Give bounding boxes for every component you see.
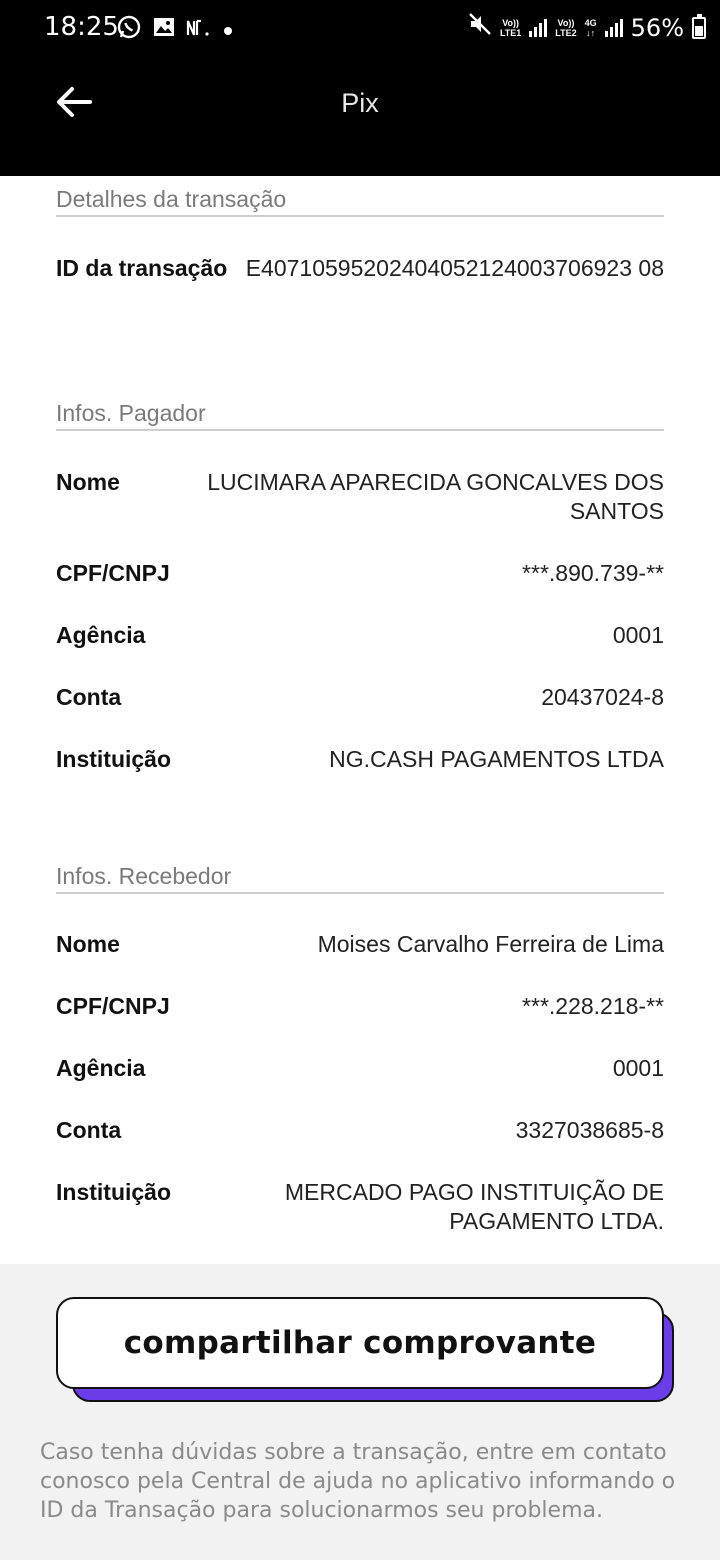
detail-value: NG.CASH PAGAMENTOS LTDA <box>329 746 664 772</box>
section-header-transaction: Detalhes da transação <box>56 186 664 217</box>
detail-value: LUCIMARA APARECIDA GONCALVES DOS SANTOS <box>207 469 664 524</box>
detail-label: Agência <box>56 1055 146 1081</box>
share-receipt-button[interactable]: compartilhar comprovante <box>56 1297 664 1389</box>
network-type: 4G ↓↑ <box>584 17 597 38</box>
section-header-receiver: Infos. Recebedor <box>56 863 664 894</box>
nfc-icon <box>186 17 212 44</box>
detail-row-receiver-institution: Instituição MERCADO PAGO INSTITUIÇÃO DE … <box>56 1178 664 1236</box>
detail-value: ***.228.218-** <box>522 993 664 1019</box>
status-right: Vo)) LTE1 Vo)) LTE2 4G ↓↑ 56% <box>468 12 706 43</box>
detail-label: Instituição <box>56 746 172 772</box>
app-bar: Pix <box>0 56 720 176</box>
detail-value: 3327038685-8 <box>515 1117 664 1143</box>
detail-row-payer-institution: Instituição NG.CASH PAGAMENTOS LTDA <box>56 745 664 774</box>
detail-row-payer-account: Conta 20437024-8 <box>56 683 664 712</box>
detail-label: Nome <box>56 469 120 495</box>
status-bar: 18:25 Vo)) LTE1 Vo)) LTE2 4G ↓↑ 56% <box>0 0 720 56</box>
section-header-payer: Infos. Pagador <box>56 400 664 431</box>
battery-percent: 56% <box>630 13 684 42</box>
signal-bars-sim2-icon <box>604 18 623 37</box>
detail-label: ID da transação <box>56 255 228 281</box>
detail-row-receiver-name: Nome Moises Carvalho Ferreira de Lima <box>56 930 664 959</box>
mute-icon <box>468 12 492 43</box>
transaction-id-value: E40710595202404052124003706923 08 <box>245 255 664 281</box>
detail-value: MERCADO PAGO INSTITUIÇÃO DE PAGAMENTO LT… <box>284 1179 664 1234</box>
sim1-network: Vo)) LTE1 <box>499 17 522 38</box>
footer: compartilhar comprovante Caso tenha dúvi… <box>0 1264 720 1560</box>
status-time: 18:25 <box>44 12 119 42</box>
page-title: Pix <box>341 88 379 118</box>
detail-row-payer-agency: Agência 0001 <box>56 621 664 650</box>
detail-row-transaction-id: ID da transação E40710595202404052124003… <box>56 254 664 283</box>
detail-label: CPF/CNPJ <box>56 993 170 1019</box>
detail-label: Nome <box>56 931 120 957</box>
detail-label: CPF/CNPJ <box>56 560 170 586</box>
detail-value: Moises Carvalho Ferreira de Lima <box>317 931 664 957</box>
detail-row-payer-name: Nome LUCIMARA APARECIDA GONCALVES DOS SA… <box>56 468 664 526</box>
detail-value: ***.890.739-** <box>522 560 664 586</box>
gallery-icon <box>152 15 176 46</box>
whatsapp-icon <box>116 14 142 47</box>
detail-label: Agência <box>56 622 146 648</box>
detail-label: Instituição <box>56 1179 172 1205</box>
notification-icons <box>116 14 234 47</box>
help-text: Caso tenha dúvidas sobre a transação, en… <box>40 1440 676 1523</box>
detail-row-receiver-account: Conta 3327038685-8 <box>56 1116 664 1145</box>
detail-row-receiver-agency: Agência 0001 <box>56 1054 664 1083</box>
detail-row-payer-cpf: CPF/CNPJ ***.890.739-** <box>56 559 664 588</box>
detail-label: Conta <box>56 1117 122 1143</box>
dot-icon <box>222 18 234 44</box>
sim2-network: Vo)) LTE2 <box>555 17 577 38</box>
battery-icon <box>692 13 706 39</box>
transaction-details: Detalhes da transação ID da transação E4… <box>0 176 720 1264</box>
detail-value: 20437024-8 <box>541 684 664 710</box>
detail-value: 0001 <box>612 622 664 648</box>
signal-bars-sim1-icon <box>529 18 548 37</box>
detail-value: 0001 <box>612 1055 664 1081</box>
detail-label: Conta <box>56 684 122 710</box>
detail-row-receiver-cpf: CPF/CNPJ ***.228.218-** <box>56 992 664 1021</box>
